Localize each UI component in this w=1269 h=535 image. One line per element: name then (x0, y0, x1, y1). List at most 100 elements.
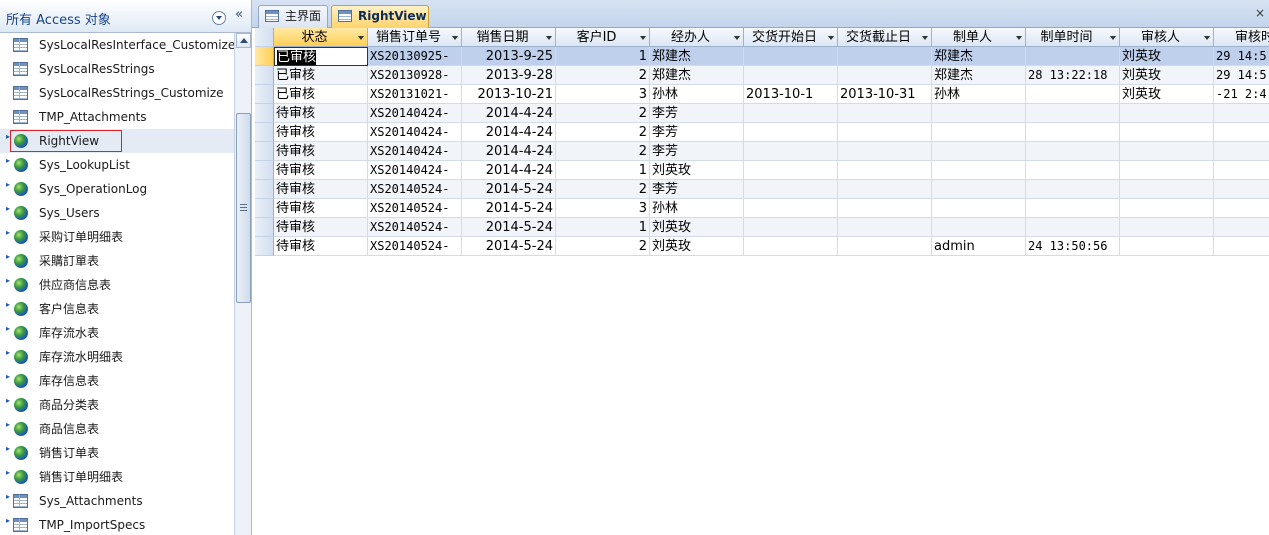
nav-item[interactable]: ▸ 库存流水明细表 (0, 345, 234, 369)
nav-item[interactable]: SysLocalResStrings_Customize (0, 81, 234, 105)
table-cell[interactable] (1026, 218, 1120, 237)
table-cell[interactable] (838, 199, 932, 218)
table-cell[interactable] (932, 199, 1026, 218)
nav-item[interactable]: ▸ 销售订单表 (0, 441, 234, 465)
table-cell[interactable] (838, 66, 932, 85)
table-cell[interactable] (1026, 47, 1120, 66)
table-cell[interactable] (838, 47, 932, 66)
nav-pane-header[interactable]: 所有 Access 对象 « (0, 0, 251, 33)
table-cell[interactable] (1214, 161, 1269, 180)
nav-item[interactable]: ▸ 客户信息表 (0, 297, 234, 321)
table-cell[interactable] (1214, 180, 1269, 199)
table-cell[interactable] (1120, 142, 1214, 161)
filter-dropdown-icon[interactable] (828, 36, 834, 40)
table-cell[interactable] (1120, 123, 1214, 142)
row-selector[interactable] (255, 85, 274, 104)
table-cell[interactable]: 李芳 (650, 123, 744, 142)
table-cell[interactable]: 2014-4-24 (462, 104, 556, 123)
table-cell[interactable]: 刘英玫 (1120, 85, 1214, 104)
table-cell[interactable] (1026, 199, 1120, 218)
table-cell[interactable]: 李芳 (650, 142, 744, 161)
table-cell[interactable]: 2013-10-31 (838, 85, 932, 104)
table-cell[interactable]: XS20140524- (368, 199, 462, 218)
table-cell[interactable] (744, 104, 838, 123)
table-cell[interactable]: 郑建杰 (932, 47, 1026, 66)
column-header[interactable]: 制单时间 (1026, 28, 1120, 47)
column-header[interactable]: 审核人 (1120, 28, 1214, 47)
table-cell[interactable] (932, 218, 1026, 237)
column-header[interactable]: 制单人 (932, 28, 1026, 47)
table-cell[interactable]: 待审核 (274, 237, 368, 256)
nav-item[interactable]: ▸ 商品信息表 (0, 417, 234, 441)
row-selector[interactable] (255, 161, 274, 180)
nav-item[interactable]: SysLocalResInterface_Customize (0, 33, 234, 57)
row-selector[interactable] (255, 142, 274, 161)
nav-item[interactable]: ▸ 库存流水表 (0, 321, 234, 345)
table-cell[interactable] (838, 123, 932, 142)
table-cell[interactable]: 2 (556, 66, 650, 85)
tab-rightview[interactable]: RightView (331, 5, 429, 28)
table-cell[interactable]: 2 (556, 142, 650, 161)
table-cell[interactable] (1026, 104, 1120, 123)
table-cell[interactable]: 待审核 (274, 218, 368, 237)
table-cell[interactable]: XS20140424- (368, 161, 462, 180)
table-cell[interactable] (932, 104, 1026, 123)
chevron-down-icon[interactable] (212, 11, 226, 25)
select-all-corner[interactable] (255, 28, 274, 47)
table-cell[interactable]: 1 (556, 161, 650, 180)
table-cell[interactable]: 郑建杰 (650, 66, 744, 85)
table-cell[interactable] (1120, 218, 1214, 237)
table-cell[interactable] (1120, 104, 1214, 123)
table-cell[interactable] (1026, 85, 1120, 104)
table-cell[interactable]: XS20140524- (368, 237, 462, 256)
filter-dropdown-icon[interactable] (1204, 36, 1210, 40)
table-cell[interactable]: XS20130925- (368, 47, 462, 66)
table-cell[interactable] (744, 161, 838, 180)
table-cell[interactable] (1214, 104, 1269, 123)
table-cell[interactable]: 2 (556, 237, 650, 256)
table-cell[interactable] (932, 142, 1026, 161)
table-cell[interactable] (744, 199, 838, 218)
table-cell[interactable]: 刘英玫 (1120, 47, 1214, 66)
column-header[interactable]: 审核时 (1214, 28, 1269, 47)
table-cell[interactable]: 2014-5-24 (462, 237, 556, 256)
table-cell[interactable] (744, 47, 838, 66)
nav-item[interactable]: SysLocalResStrings (0, 57, 234, 81)
table-cell[interactable]: 3 (556, 199, 650, 218)
table-cell[interactable] (932, 180, 1026, 199)
nav-item[interactable]: ▸ 商品分类表 (0, 393, 234, 417)
table-cell[interactable] (744, 66, 838, 85)
table-cell[interactable]: 1 (556, 47, 650, 66)
table-cell[interactable] (838, 237, 932, 256)
table-cell[interactable]: 2013-10-21 (462, 85, 556, 104)
table-cell[interactable]: XS20140424- (368, 123, 462, 142)
row-selector[interactable] (255, 199, 274, 218)
row-selector[interactable] (255, 237, 274, 256)
column-header[interactable]: 销售日期 (462, 28, 556, 47)
row-selector[interactable] (255, 104, 274, 123)
table-cell[interactable]: 29 14:5 (1214, 47, 1269, 66)
scroll-thumb[interactable] (236, 113, 251, 303)
nav-item[interactable]: ▸ TMP_ImportSpecs (0, 513, 234, 535)
nav-item[interactable]: ▸ 销售订单明细表 (0, 465, 234, 489)
table-cell[interactable]: 刘英玫 (650, 237, 744, 256)
table-cell[interactable]: 2014-5-24 (462, 199, 556, 218)
table-cell[interactable] (1026, 180, 1120, 199)
table-cell[interactable] (744, 237, 838, 256)
table-cell[interactable] (744, 218, 838, 237)
table-cell[interactable]: 待审核 (274, 104, 368, 123)
table-cell[interactable]: 2014-4-24 (462, 142, 556, 161)
table-cell[interactable]: XS20140424- (368, 142, 462, 161)
table-cell[interactable] (1214, 199, 1269, 218)
table-cell[interactable] (1120, 199, 1214, 218)
table-cell[interactable] (838, 104, 932, 123)
table-cell[interactable] (1026, 142, 1120, 161)
row-selector[interactable] (255, 218, 274, 237)
column-header[interactable]: 状态 (274, 28, 368, 47)
nav-item[interactable]: TMP_Attachments (0, 105, 234, 129)
table-cell[interactable]: 待审核 (274, 123, 368, 142)
table-cell[interactable]: 2014-5-24 (462, 218, 556, 237)
nav-item[interactable]: ▸ Sys_OperationLog (0, 177, 234, 201)
nav-item[interactable]: ▸ Sys_LookupList (0, 153, 234, 177)
filter-dropdown-icon[interactable] (358, 36, 364, 40)
